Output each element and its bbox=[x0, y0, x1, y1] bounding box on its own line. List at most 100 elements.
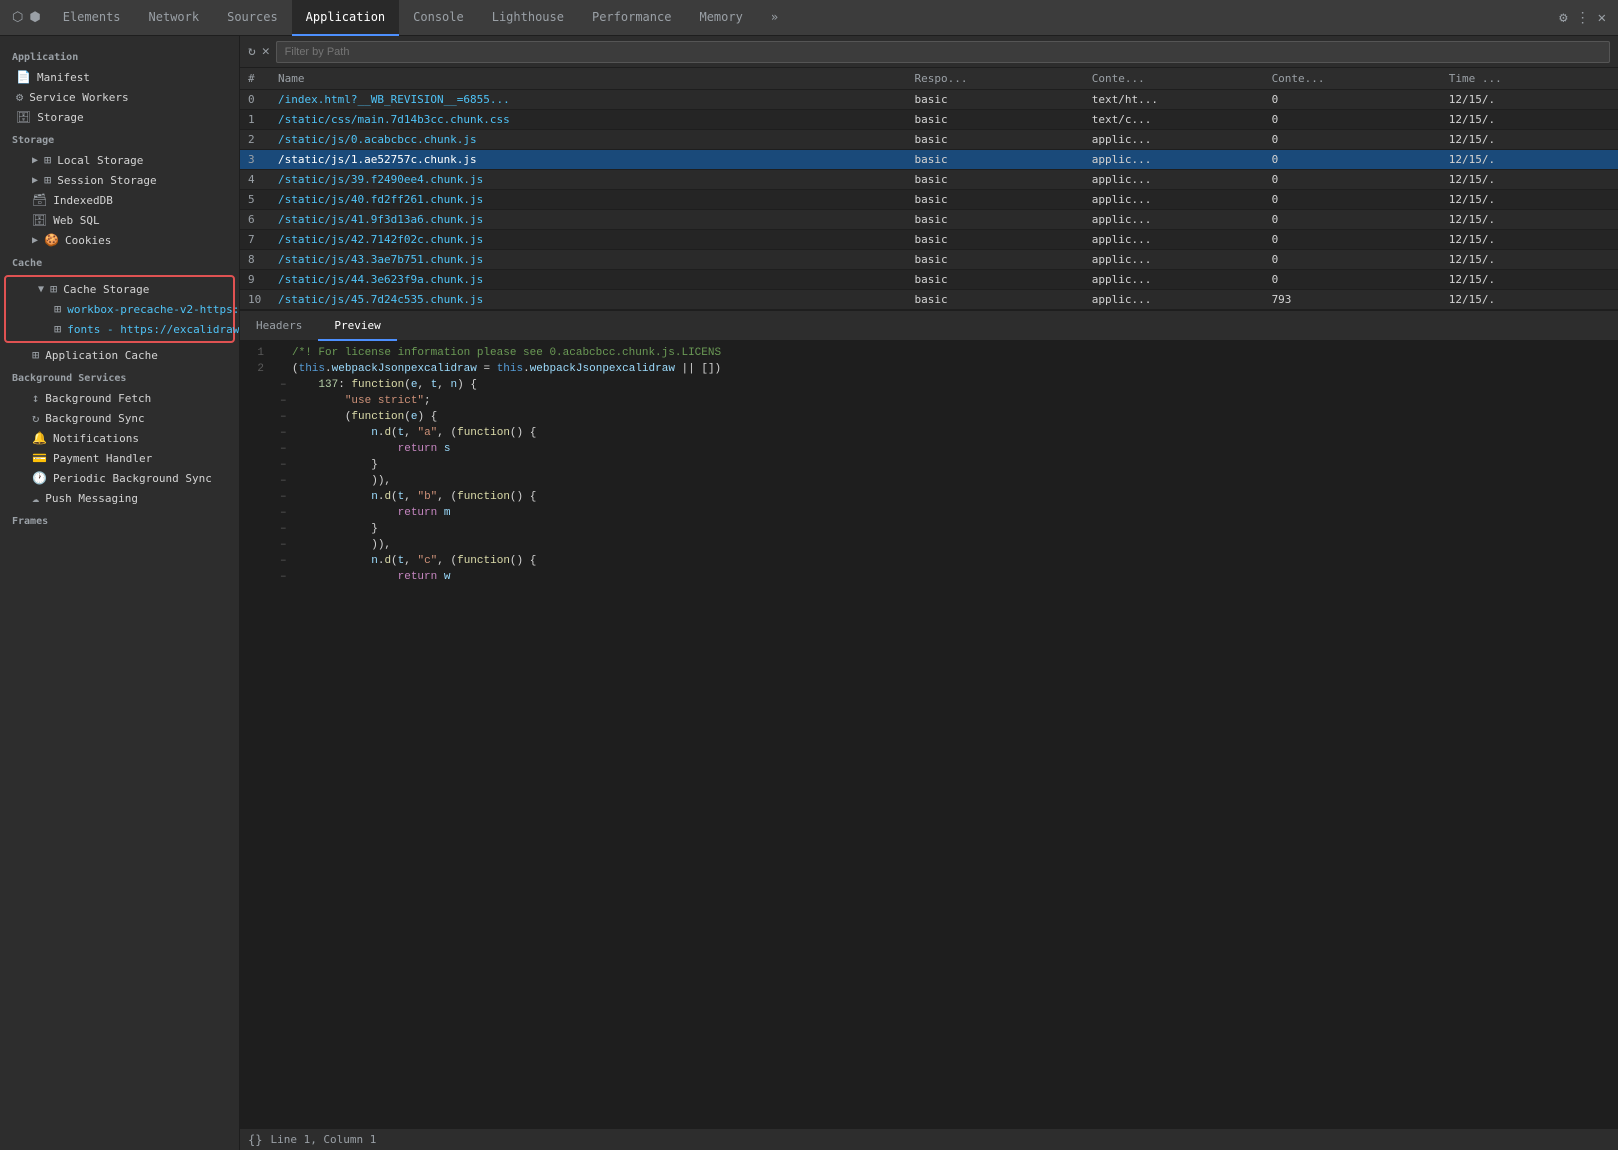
line-content: return w bbox=[292, 569, 450, 585]
code-line: – "use strict"; bbox=[240, 393, 1618, 409]
cell-num: 4 bbox=[240, 170, 270, 190]
table-row[interactable]: 5 /static/js/40.fd2ff261.chunk.js basic … bbox=[240, 190, 1618, 210]
code-line: – return s bbox=[240, 441, 1618, 457]
col-header-name: Name bbox=[270, 68, 907, 90]
cell-conte1: applic... bbox=[1084, 230, 1264, 250]
tab-more[interactable]: » bbox=[757, 0, 792, 36]
cell-resp: basic bbox=[907, 90, 1084, 110]
line-col-status: Line 1, Column 1 bbox=[270, 1133, 376, 1146]
cell-num: 5 bbox=[240, 190, 270, 210]
table-row[interactable]: 7 /static/js/42.7142f02c.chunk.js basic … bbox=[240, 230, 1618, 250]
main-content: Application 📄 Manifest ⚙ Service Workers… bbox=[0, 36, 1618, 1150]
tab-network[interactable]: Network bbox=[135, 0, 214, 36]
cache-storage-highlight: ▼ ⊞ Cache Storage ⊞ workbox-precache-v2-… bbox=[4, 275, 235, 343]
sidebar-item-fonts-cache[interactable]: ⊞ fonts - https://excalidraw.com bbox=[6, 319, 233, 339]
manifest-icon: 📄 bbox=[16, 70, 31, 84]
cell-name: /static/js/42.7142f02c.chunk.js bbox=[270, 230, 907, 250]
code-line: – return w bbox=[240, 569, 1618, 585]
payment-handler-icon: 💳 bbox=[32, 451, 47, 465]
code-line: – } bbox=[240, 457, 1618, 473]
sidebar-item-payment-handler[interactable]: 💳 Payment Handler bbox=[0, 448, 239, 468]
cell-time: 12/15/. bbox=[1441, 170, 1618, 190]
code-line: 2 (this.webpackJsonpexcalidraw = this.we… bbox=[240, 361, 1618, 377]
table-row[interactable]: 9 /static/js/44.3e623f9a.chunk.js basic … bbox=[240, 270, 1618, 290]
cell-conte1: applic... bbox=[1084, 290, 1264, 310]
push-messaging-icon: ☁ bbox=[32, 491, 39, 505]
bottom-panel: Headers Preview 1 /*! For license inform… bbox=[240, 310, 1618, 1150]
cell-time: 12/15/. bbox=[1441, 270, 1618, 290]
fonts-cache-icon: ⊞ bbox=[54, 322, 61, 336]
tab-application[interactable]: Application bbox=[292, 0, 399, 36]
tab-headers[interactable]: Headers bbox=[240, 311, 318, 341]
format-icon[interactable]: {} bbox=[248, 1133, 262, 1147]
table-row[interactable]: 2 /static/js/0.acabcbcc.chunk.js basic a… bbox=[240, 130, 1618, 150]
sidebar-item-service-workers[interactable]: ⚙ Service Workers bbox=[0, 87, 239, 107]
storage-app-icon: 🗄 bbox=[16, 110, 31, 124]
table-row[interactable]: 4 /static/js/39.f2490ee4.chunk.js basic … bbox=[240, 170, 1618, 190]
sidebar-item-notifications[interactable]: 🔔 Notifications bbox=[0, 428, 239, 448]
settings-icon[interactable]: ⚙ bbox=[1559, 10, 1567, 26]
cell-conte1: applic... bbox=[1084, 170, 1264, 190]
cell-name: /static/js/43.3ae7b751.chunk.js bbox=[270, 250, 907, 270]
line-number bbox=[240, 393, 276, 409]
tab-console[interactable]: Console bbox=[399, 0, 478, 36]
sidebar-item-bg-fetch[interactable]: ↕ Background Fetch bbox=[0, 388, 239, 408]
responsive-icon[interactable]: ⬢ bbox=[29, 10, 40, 25]
close-icon[interactable]: ✕ bbox=[1598, 10, 1606, 26]
sidebar-item-bg-sync[interactable]: ↻ Background Sync bbox=[0, 408, 239, 428]
code-line: 1 /*! For license information please see… bbox=[240, 345, 1618, 361]
line-content: n.d(t, "a", (function() { bbox=[292, 425, 536, 441]
refresh-icon[interactable]: ↻ bbox=[248, 44, 256, 59]
sidebar-item-indexeddb[interactable]: 🗃 IndexedDB bbox=[0, 190, 239, 210]
table-row[interactable]: 8 /static/js/43.3ae7b751.chunk.js basic … bbox=[240, 250, 1618, 270]
line-content: 137: function(e, t, n) { bbox=[292, 377, 477, 393]
sidebar-item-periodic-bg-sync[interactable]: 🕐 Periodic Background Sync bbox=[0, 468, 239, 488]
table-row[interactable]: 0 /index.html?__WB_REVISION__=6855... ba… bbox=[240, 90, 1618, 110]
cell-time: 12/15/. bbox=[1441, 290, 1618, 310]
cache-section-label: Cache bbox=[0, 250, 239, 273]
line-content: } bbox=[292, 457, 378, 473]
sidebar-item-cache-storage[interactable]: ▼ ⊞ Cache Storage bbox=[6, 279, 233, 299]
sidebar-item-storage-app[interactable]: 🗄 Storage bbox=[0, 107, 239, 127]
col-header-num: # bbox=[240, 68, 270, 90]
sidebar-item-push-messaging[interactable]: ☁ Push Messaging bbox=[0, 488, 239, 508]
line-content: return m bbox=[292, 505, 450, 521]
table-row[interactable]: 1 /static/css/main.7d14b3cc.chunk.css ba… bbox=[240, 110, 1618, 130]
cell-conte2: 0 bbox=[1264, 210, 1441, 230]
filter-input[interactable] bbox=[276, 41, 1610, 63]
table-row[interactable]: 3 /static/js/1.ae52757c.chunk.js basic a… bbox=[240, 150, 1618, 170]
cell-name: /static/js/44.3e623f9a.chunk.js bbox=[270, 270, 907, 290]
sidebar-item-local-storage[interactable]: ▶ ⊞ Local Storage bbox=[0, 150, 239, 170]
more-options-icon[interactable]: ⋮ bbox=[1576, 10, 1590, 26]
line-content: n.d(t, "b", (function() { bbox=[292, 489, 536, 505]
line-content: )), bbox=[292, 473, 391, 489]
clear-filter-icon[interactable]: ✕ bbox=[262, 44, 270, 59]
sidebar-item-manifest[interactable]: 📄 Manifest bbox=[0, 67, 239, 87]
line-number bbox=[240, 409, 276, 425]
tab-memory[interactable]: Memory bbox=[685, 0, 756, 36]
table-row[interactable]: 6 /static/js/41.9f3d13a6.chunk.js basic … bbox=[240, 210, 1618, 230]
expand-local-storage-arrow: ▶ bbox=[32, 155, 38, 166]
tab-sources[interactable]: Sources bbox=[213, 0, 292, 36]
cell-conte1: applic... bbox=[1084, 130, 1264, 150]
line-content: (function(e) { bbox=[292, 409, 437, 425]
sidebar-item-app-cache[interactable]: ⊞ Application Cache bbox=[0, 345, 239, 365]
sidebar-item-workbox-cache[interactable]: ⊞ workbox-precache-v2-https://excalidraw… bbox=[6, 299, 233, 319]
sidebar-item-cookies[interactable]: ▶ 🍪 Cookies bbox=[0, 230, 239, 250]
tab-performance[interactable]: Performance bbox=[578, 0, 685, 36]
tab-preview[interactable]: Preview bbox=[318, 311, 396, 341]
cursor-icon[interactable]: ⬡ bbox=[12, 10, 23, 25]
table-row[interactable]: 10 /static/js/45.7d24c535.chunk.js basic… bbox=[240, 290, 1618, 310]
sidebar-item-web-sql[interactable]: 🗄 Web SQL bbox=[0, 210, 239, 230]
tab-lighthouse[interactable]: Lighthouse bbox=[478, 0, 578, 36]
code-line: – )), bbox=[240, 473, 1618, 489]
line-dash bbox=[276, 361, 292, 377]
sidebar-item-session-storage[interactable]: ▶ ⊞ Session Storage bbox=[0, 170, 239, 190]
line-dash: – bbox=[276, 537, 292, 553]
line-number bbox=[240, 521, 276, 537]
code-viewer[interactable]: 1 /*! For license information please see… bbox=[240, 341, 1618, 1128]
tab-elements[interactable]: Elements bbox=[49, 0, 135, 36]
service-workers-icon: ⚙ bbox=[16, 90, 23, 104]
cell-conte1: text/ht... bbox=[1084, 90, 1264, 110]
line-dash: – bbox=[276, 441, 292, 457]
